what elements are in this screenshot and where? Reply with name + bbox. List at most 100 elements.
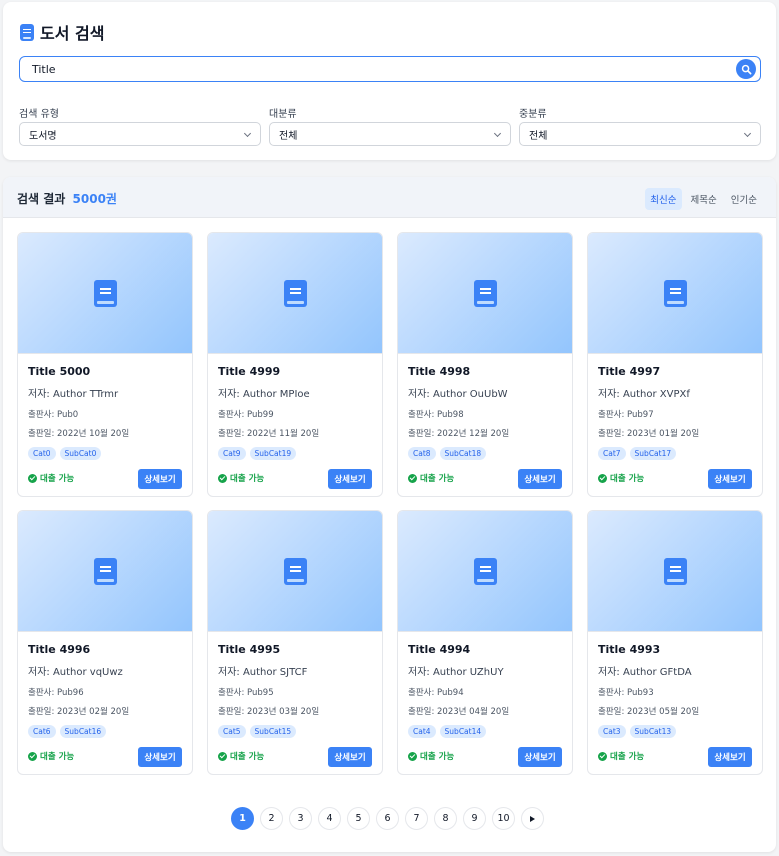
category-tag: Cat7 <box>598 447 626 460</box>
detail-button[interactable]: 상세보기 <box>708 747 752 767</box>
page-button-8[interactable]: 8 <box>434 807 457 830</box>
availability-label: 대출 가능 <box>420 752 455 762</box>
book-card[interactable]: Title 4995 저자: Author SJTCF 출판사: Pub95 출판일:… <box>207 510 383 775</box>
book-icon <box>283 279 307 307</box>
results-count: 5000권 <box>72 192 117 206</box>
page-button-5[interactable]: 5 <box>347 807 370 830</box>
search-icon <box>741 64 751 74</box>
sub-category-label: 중분류 <box>519 109 547 120</box>
page-button-7[interactable]: 7 <box>405 807 428 830</box>
availability-label: 대출 가능 <box>420 474 455 484</box>
book-card[interactable]: Title 4999 저자: Author MPIoe 출판사: Pub99 출판일:… <box>207 232 383 497</box>
next-page-button[interactable] <box>521 807 544 830</box>
book-publisher: 출판사: Pub93 <box>598 688 654 698</box>
book-title: Title 4996 <box>28 643 91 656</box>
book-card[interactable]: Title 4993 저자: Author GFtDA 출판사: Pub93 출판일:… <box>587 510 763 775</box>
availability-status: 대출 가능 <box>598 750 644 762</box>
results-label: 검색 결과 <box>17 192 66 206</box>
book-info: Title 4996 저자: Author vqUwz 출판사: Pub96 출판일:… <box>18 632 192 774</box>
book-author: 저자: Author XVPXf <box>598 389 690 400</box>
book-info: Title 5000 저자: Author TTrmr 출판사: Pub0 출판일: … <box>18 354 192 496</box>
book-title: Title 4993 <box>598 643 661 656</box>
availability-label: 대출 가능 <box>610 752 645 762</box>
detail-button[interactable]: 상세보기 <box>518 747 562 767</box>
book-card[interactable]: Title 5000 저자: Author TTrmr 출판사: Pub0 출판일: … <box>17 232 193 497</box>
book-author: 저자: Author vqUwz <box>28 667 123 678</box>
book-icon <box>473 279 497 307</box>
sort-title-button[interactable]: 제목순 <box>686 188 722 210</box>
book-author: 저자: Author SJTCF <box>218 667 308 678</box>
book-card[interactable]: Title 4994 저자: Author UZhUY 출판사: Pub94 출판일:… <box>397 510 573 775</box>
book-info: Title 4994 저자: Author UZhUY 출판사: Pub94 출판일:… <box>398 632 572 774</box>
main-category-label: 대분류 <box>269 109 297 120</box>
chevron-down-icon <box>493 129 502 138</box>
availability-label: 대출 가능 <box>230 752 265 762</box>
book-icon <box>93 279 117 307</box>
search-button[interactable] <box>736 59 756 79</box>
page-button-2[interactable]: 2 <box>260 807 283 830</box>
search-type-label: 검색 유형 <box>19 109 59 120</box>
availability-label: 대출 가능 <box>40 474 75 484</box>
results-panel: 검색 결과 5000권 최신순 제목순 인기순 Title 5000 저자: Au… <box>3 177 776 852</box>
book-title: Title 4999 <box>218 365 281 378</box>
availability-status: 대출 가능 <box>28 472 74 484</box>
book-icon <box>473 557 497 585</box>
book-info: Title 4997 저자: Author XVPXf 출판사: Pub97 출판일:… <box>588 354 762 496</box>
detail-button[interactable]: 상세보기 <box>518 469 562 489</box>
check-circle-icon <box>408 751 417 761</box>
availability-status: 대출 가능 <box>28 750 74 762</box>
detail-button[interactable]: 상세보기 <box>138 469 182 489</box>
subcategory-tag: SubCat17 <box>629 447 677 460</box>
book-publisher: 출판사: Pub96 <box>28 688 84 698</box>
book-publisher: 출판사: Pub94 <box>408 688 464 698</box>
subcategory-tag: SubCat13 <box>629 725 677 738</box>
book-card[interactable]: Title 4997 저자: Author XVPXf 출판사: Pub97 출판일:… <box>587 232 763 497</box>
check-circle-icon <box>28 751 37 761</box>
detail-button[interactable]: 상세보기 <box>328 747 372 767</box>
subcategory-tag: SubCat15 <box>249 725 297 738</box>
sort-latest-button[interactable]: 최신순 <box>645 188 682 210</box>
page-button-1[interactable]: 1 <box>231 807 254 830</box>
check-circle-icon <box>218 473 227 483</box>
detail-button[interactable]: 상세보기 <box>138 747 182 767</box>
availability-label: 대출 가능 <box>610 474 645 484</box>
page-button-9[interactable]: 9 <box>463 807 486 830</box>
main-category-select[interactable]: 전체 <box>269 122 511 146</box>
sort-popular-button[interactable]: 인기순 <box>726 188 762 210</box>
book-cover <box>208 233 382 354</box>
book-publisher: 출판사: Pub97 <box>598 410 654 420</box>
book-card[interactable]: Title 4996 저자: Author vqUwz 출판사: Pub96 출판일:… <box>17 510 193 775</box>
chevron-down-icon <box>743 129 752 138</box>
book-tags: Cat0 SubCat0 <box>28 447 182 460</box>
page-button-10[interactable]: 10 <box>492 807 515 830</box>
page-button-6[interactable]: 6 <box>376 807 399 830</box>
check-circle-icon <box>598 473 607 483</box>
sub-category-value: 전체 <box>529 130 548 142</box>
detail-button[interactable]: 상세보기 <box>708 469 752 489</box>
book-cover <box>18 511 192 632</box>
subcategory-tag: SubCat14 <box>439 725 487 738</box>
check-circle-icon <box>218 751 227 761</box>
search-input-value: Title <box>32 62 56 76</box>
results-title: 검색 결과 5000권 <box>17 190 117 207</box>
book-icon <box>283 557 307 585</box>
page-button-3[interactable]: 3 <box>289 807 312 830</box>
detail-button[interactable]: 상세보기 <box>328 469 372 489</box>
search-input[interactable]: Title <box>19 56 761 82</box>
book-author: 저자: Author TTrmr <box>28 389 119 400</box>
book-title: Title 4998 <box>408 365 471 378</box>
results-header: 검색 결과 5000권 최신순 제목순 인기순 <box>3 177 776 218</box>
availability-label: 대출 가능 <box>230 474 265 484</box>
book-card[interactable]: Title 4998 저자: Author OuUbW 출판사: Pub98 출판일:… <box>397 232 573 497</box>
book-cover <box>398 233 572 354</box>
page-button-4[interactable]: 4 <box>318 807 341 830</box>
search-type-select[interactable]: 도서명 <box>19 122 261 146</box>
availability-label: 대출 가능 <box>40 752 75 762</box>
book-cover <box>588 511 762 632</box>
book-publish-date: 출판일: 2022년 10월 20일 <box>28 429 130 439</box>
book-tags: Cat7 SubCat17 <box>598 447 752 460</box>
book-publish-date: 출판일: 2023년 05월 20일 <box>598 707 700 717</box>
sub-category-select[interactable]: 전체 <box>519 122 761 146</box>
page-title: 도서 검색 <box>40 24 105 43</box>
book-cover <box>588 233 762 354</box>
